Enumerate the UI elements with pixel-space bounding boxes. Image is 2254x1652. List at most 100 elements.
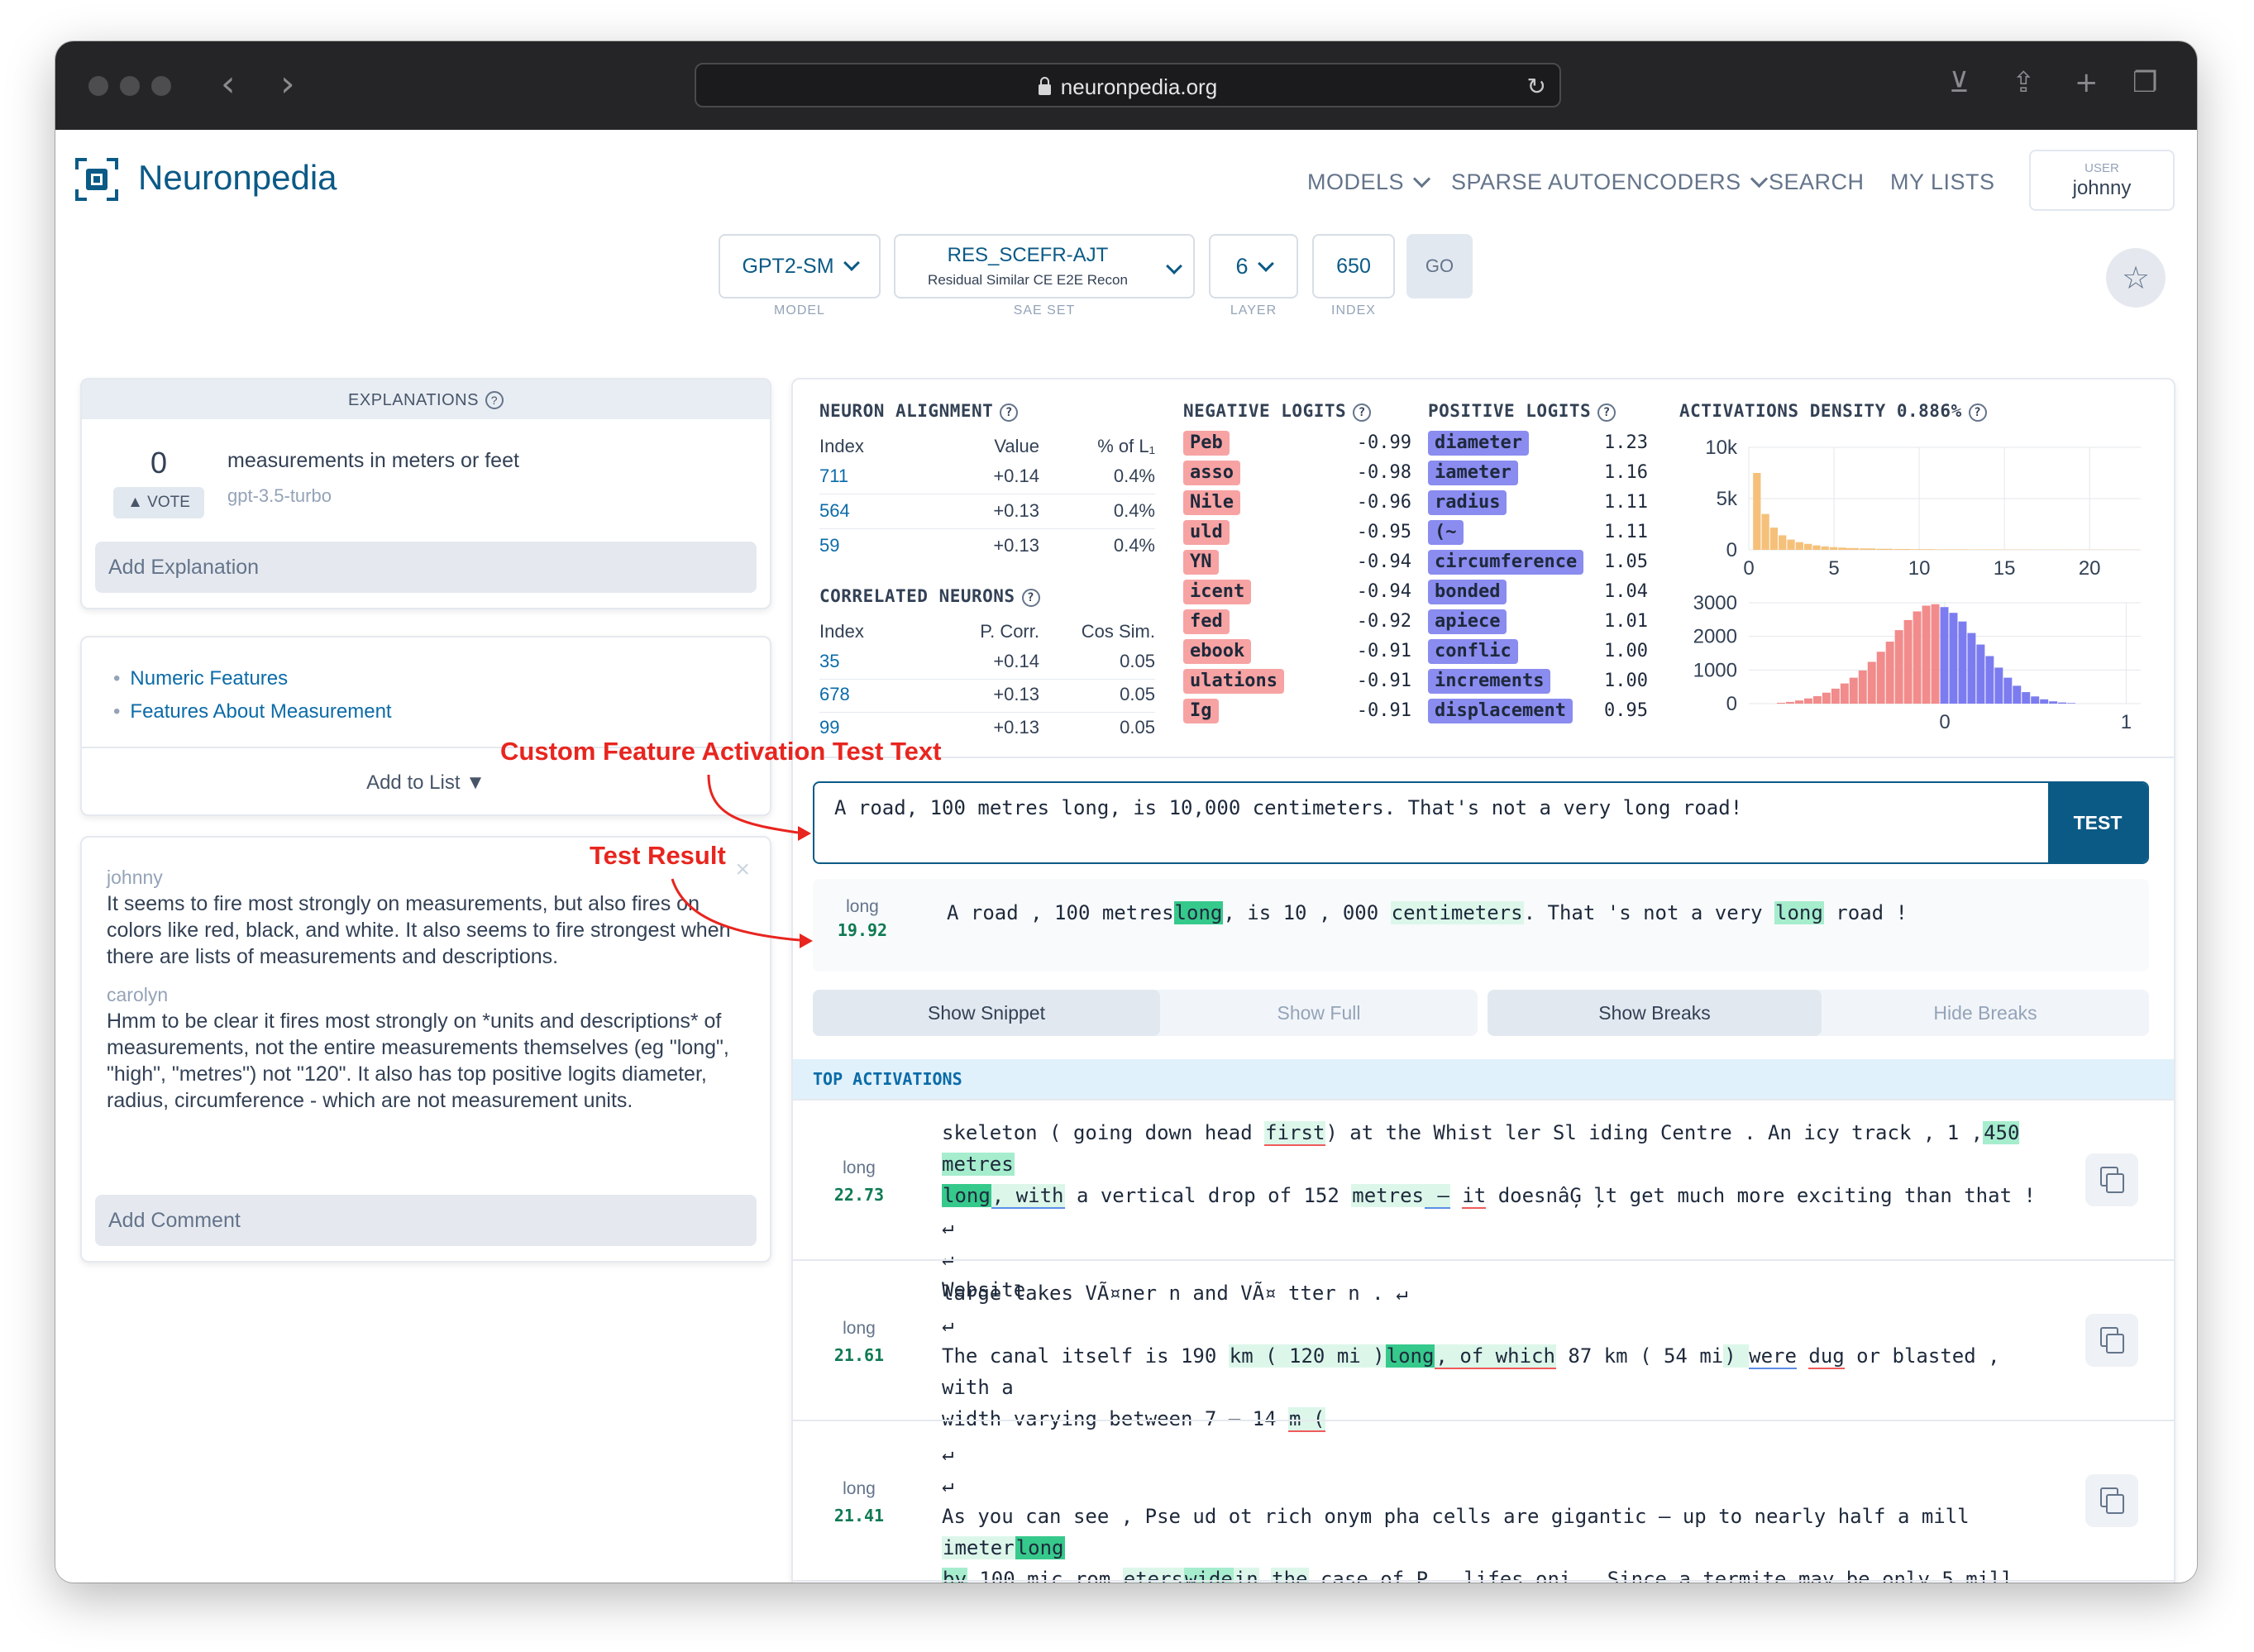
negative-logit-value: -0.91: [1356, 641, 1411, 661]
model-select[interactable]: GPT2-SM: [719, 234, 881, 298]
copy-icon[interactable]: [2085, 1474, 2138, 1527]
negative-logits-list: Peb -0.99 asso -0.98 Nile -0.96 uld -0.95 YN -0.9…: [1183, 431, 1411, 737]
activation-row[interactable]: thus are 11 – 24 inches ( 28 – 61 cm )lo…: [793, 1580, 2174, 1583]
copy-icon[interactable]: [2085, 1314, 2138, 1367]
help-icon[interactable]: ?: [1353, 403, 1372, 422]
list-item[interactable]: • Features About Measurement: [113, 695, 392, 728]
sae-set-select[interactable]: RES_SCEFR-AJT Residual Similar CE E2E Re…: [894, 234, 1195, 298]
neuron-index-link[interactable]: 35: [819, 651, 839, 672]
chevron-down-icon: [1750, 169, 1768, 189]
neuron-index-link[interactable]: 711: [819, 466, 848, 487]
help-icon[interactable]: ?: [1968, 403, 1987, 422]
annotation-arrow: [671, 878, 813, 948]
tabs-overview-icon[interactable]: ❐: [2132, 64, 2157, 101]
bar: [1985, 656, 1994, 704]
reload-icon[interactable]: ↻: [1527, 73, 1546, 100]
density-title: ACTIVATIONS DENSITY 0.886%?: [1679, 401, 1987, 423]
star-icon[interactable]: ☆: [2106, 248, 2166, 308]
neuron-index-link[interactable]: 59: [819, 535, 839, 556]
back-icon[interactable]: ‹: [221, 66, 236, 103]
activation-row[interactable]: long 21.41 ↵ ↵ As you can see , Pse ud ot …: [793, 1420, 2174, 1583]
copy-icon[interactable]: [2085, 1153, 2138, 1206]
username: johnny: [2072, 177, 2132, 199]
add-to-list-button[interactable]: Add to List ▼: [82, 771, 770, 795]
nav-sae-label: SPARSE AUTOENCODERS: [1451, 169, 1741, 194]
user-menu[interactable]: USER johnny: [2029, 150, 2175, 211]
list-item-label: Features About Measurement: [130, 700, 392, 723]
address-bar[interactable]: neuronpedia.org ↻: [695, 63, 1561, 107]
nav-sparse-autoencoders[interactable]: SPARSE AUTOENCODERS: [1451, 169, 1768, 195]
table-row[interactable]: 711 +0.14 0.4%: [819, 461, 1155, 494]
negative-logit-value: -0.92: [1356, 611, 1411, 632]
activation-row[interactable]: long 22.73 skeleton ( going down head fi…: [793, 1099, 2174, 1301]
zoom-window-icon[interactable]: [151, 76, 171, 96]
bar: [1902, 549, 1936, 550]
minimize-window-icon[interactable]: [120, 76, 140, 96]
test-result-tokens: A road , 100 metreslong, is 10 , 000 cen…: [947, 901, 1908, 924]
cell-value: +0.13: [993, 535, 1039, 556]
bar: [1849, 677, 1858, 704]
list-item-label: Numeric Features: [130, 667, 289, 690]
bar: [1913, 611, 1922, 704]
bar: [1885, 642, 1894, 704]
bar: [1831, 688, 1840, 704]
nav-search[interactable]: SEARCH: [1769, 169, 1865, 195]
index-input[interactable]: 650: [1312, 234, 1395, 298]
negative-logit-token: Nile: [1183, 490, 1240, 515]
hide-breaks-toggle[interactable]: Hide Breaks: [1822, 990, 2149, 1036]
nav-my-lists[interactable]: MY LISTS: [1890, 169, 1995, 195]
positive-logit-token: bonded: [1428, 580, 1507, 604]
explanations-header: EXPLANATIONS?: [82, 380, 770, 419]
table-row[interactable]: 678 +0.13 0.05: [819, 679, 1155, 713]
explanation-text: measurements in meters or feet: [227, 449, 519, 472]
help-icon[interactable]: ?: [1000, 403, 1019, 422]
close-window-icon[interactable]: [88, 76, 108, 96]
negative-logit-value: -0.91: [1356, 671, 1411, 691]
brand-name[interactable]: Neuronpedia: [138, 158, 337, 198]
neuron-index-link[interactable]: 99: [819, 717, 839, 738]
vote-button[interactable]: ▲ VOTE: [113, 487, 204, 518]
sae-set-subtitle: Residual Similar CE E2E Recon: [928, 272, 1128, 288]
user-label: USER: [2084, 161, 2119, 175]
bar: [1812, 545, 1821, 550]
column-header: P. Corr.: [980, 621, 1039, 642]
activation-row[interactable]: long 21.61 large lakes VÃ¤ner n and VÃ¤ …: [793, 1259, 2174, 1432]
help-icon[interactable]: ?: [1597, 403, 1616, 422]
test-text-input[interactable]: A road, 100 metres long, is 10,000 centi…: [834, 796, 1742, 819]
top-activations-header: TOP ACTIVATIONS: [793, 1059, 2174, 1099]
test-result-score: long 19.92: [813, 897, 912, 940]
table-row[interactable]: 564 +0.13 0.4%: [819, 495, 1155, 529]
bar: [1922, 605, 1931, 704]
layer-select[interactable]: 6: [1209, 234, 1298, 298]
explanations-card: EXPLANATIONS? 0 ▲ VOTE measurements in m…: [80, 378, 771, 609]
y-tick-label: 0: [1726, 539, 1737, 561]
share-icon[interactable]: ⇪: [2012, 64, 2036, 101]
bar: [1931, 604, 1940, 704]
x-tick-label: 20: [2079, 557, 2101, 580]
help-icon[interactable]: ?: [485, 391, 504, 409]
list-item[interactable]: • Numeric Features: [113, 662, 392, 695]
activation-token: long: [843, 1479, 876, 1498]
neuronpedia-logo-icon[interactable]: [74, 156, 120, 203]
neuron-index-link[interactable]: 564: [819, 500, 850, 522]
add-explanation-input[interactable]: Add Explanation: [95, 542, 757, 593]
new-tab-icon[interactable]: +: [2075, 64, 2099, 101]
add-comment-input[interactable]: Add Comment: [95, 1195, 757, 1246]
download-icon[interactable]: ⊻: [1949, 64, 1970, 101]
negative-logit-token: ebook: [1183, 639, 1252, 664]
show-snippet-toggle[interactable]: Show Snippet: [813, 990, 1160, 1036]
index-caption: INDEX: [1331, 303, 1376, 318]
help-icon[interactable]: ?: [1021, 589, 1040, 607]
go-button[interactable]: GO: [1406, 234, 1473, 298]
nav-models[interactable]: MODELS: [1307, 169, 1431, 195]
table-row[interactable]: 35 +0.14 0.05: [819, 646, 1155, 680]
annotation-arrow: [707, 774, 811, 841]
cell-value: 0.05: [1120, 684, 1155, 704]
neuron-index-link[interactable]: 678: [819, 684, 850, 705]
forward-icon[interactable]: ›: [280, 66, 295, 103]
table-row[interactable]: 59 +0.13 0.4%: [819, 530, 1155, 563]
show-breaks-toggle[interactable]: Show Breaks: [1488, 990, 1822, 1036]
test-button[interactable]: TEST: [2048, 783, 2147, 862]
show-full-toggle[interactable]: Show Full: [1160, 990, 1478, 1036]
bar: [1903, 619, 1913, 704]
